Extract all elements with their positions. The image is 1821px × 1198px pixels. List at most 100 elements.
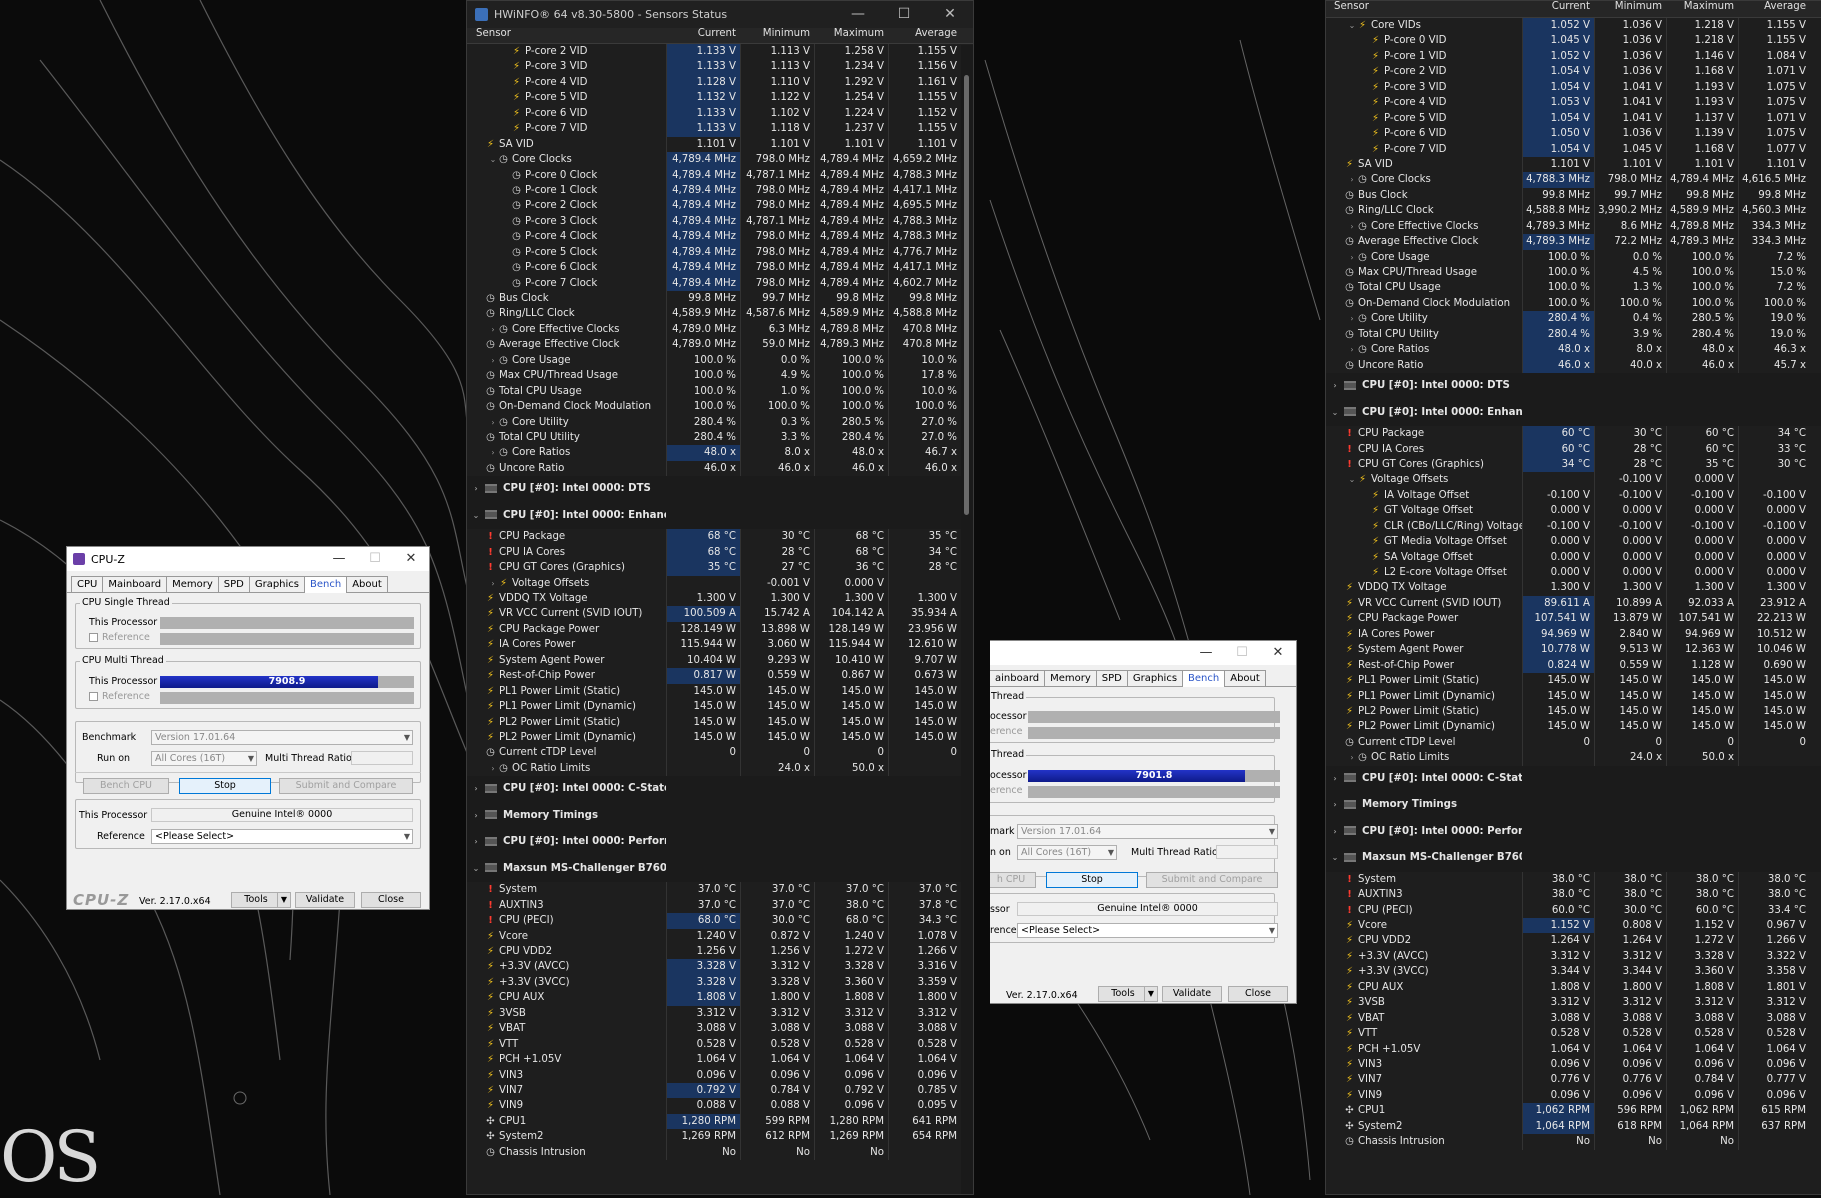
bench-cpu-button[interactable]: h CPU: [990, 872, 1036, 888]
sensor-row[interactable]: › ◷ Core Usage 100.0 % 0.0 % 100.0 % 10.0 %: [467, 352, 973, 369]
sensor-row[interactable]: ◷ Total CPU Usage 100.0 % 1.0 % 100.0 % 10.0 …: [467, 383, 973, 400]
sensor-row[interactable]: ⚡ GT Voltage Offset 0.000 V 0.000 V 0.000 V0…: [1326, 503, 1821, 519]
sensor-row[interactable]: ✣ CPU1 1,280 RPM 599 RPM 1,280 RPM 641 RPM: [467, 1113, 973, 1130]
submit-compare-button[interactable]: Submit and Compare: [1146, 872, 1278, 888]
chevron-right-icon[interactable]: ›: [1347, 172, 1357, 187]
sensor-row[interactable]: ⚡ P-core 4 VID 1.053 V 1.041 V 1.193 V 1.075 …: [1326, 95, 1821, 111]
sensor-row[interactable]: ◷ Ring/LLC Clock 4,589.9 MHz 4,587.6 MHz 4,5…: [467, 306, 973, 322]
tab-about[interactable]: About: [1224, 670, 1266, 686]
benchmark-version-select[interactable]: Version 17.01.64 ▼: [151, 730, 413, 745]
sensor-row[interactable]: ⚡ VIN3 0.096 V 0.096 V 0.096 V 0.096 V: [467, 1067, 973, 1083]
sensor-row[interactable]: ⚡ PL2 Power Limit (Static) 145.0 W 145.0 W1…: [467, 714, 973, 730]
sensor-row[interactable]: ◷ On-Demand Clock Modulation 100.0 % 100.0 …: [467, 399, 973, 415]
tab-about[interactable]: About: [346, 576, 388, 592]
sensor-row[interactable]: › ◷ Core Ratios 48.0 x 8.0 x 48.0 x 46.7 x: [467, 445, 973, 461]
sensor-row[interactable]: ◷ On-Demand Clock Modulation 100.0 % 100.0 …: [1326, 295, 1821, 312]
sensor-row[interactable]: ⚡ SA Voltage Offset 0.000 V 0.000 V 0.000 V0…: [1326, 549, 1821, 565]
sensor-row[interactable]: ! AUXTIN3 37.0 °C 37.0 °C 38.0 °C 37.8 °C: [467, 897, 973, 914]
chevron-down-icon[interactable]: ⌄: [1330, 400, 1340, 427]
sensor-group-row[interactable]: ⌄ Maxsun MS-Challenger B760ITX D5 (Nuvoto…: [1326, 845, 1821, 872]
sensor-row[interactable]: ⚡ P-core 5 VID 1.054 V 1.041 V 1.137 V 1.071 …: [1326, 110, 1821, 127]
tab-graphics[interactable]: Graphics: [248, 576, 306, 592]
chevron-right-icon[interactable]: ›: [1347, 342, 1357, 357]
header-sensor[interactable]: Sensor: [1326, 1, 1522, 17]
sensor-row[interactable]: ⚡ CPU VDD2 1.264 V 1.264 V 1.272 V 1.266 V: [1326, 933, 1821, 949]
tools-button[interactable]: Tools: [1098, 986, 1148, 1002]
chevron-down-icon[interactable]: ⌄: [1330, 845, 1340, 872]
sensor-row[interactable]: ◷ Chassis Intrusion No No No: [467, 1144, 973, 1161]
sensor-group-row[interactable]: › CPU [#0]: Intel 0000: Performance Limit…: [467, 829, 973, 856]
minimize-button[interactable]: —: [321, 547, 357, 571]
sensor-group-row[interactable]: › CPU [#0]: Intel 0000: DTS: [467, 476, 973, 503]
chevron-right-icon[interactable]: ›: [1347, 219, 1357, 234]
sensor-group-row[interactable]: ⌄ CPU [#0]: Intel 0000: Enhanced: [1326, 399, 1821, 427]
sensor-row[interactable]: ⚡ P-core 3 VID 1.133 V 1.113 V 1.234 V 1.156 …: [467, 59, 973, 75]
sensor-row[interactable]: ⚡ PL2 Power Limit (Dynamic) 145.0 W 145.0 W…: [467, 729, 973, 746]
sensor-row[interactable]: ◷ Uncore Ratio 46.0 x 46.0 x 46.0 x 46.0 x: [467, 460, 973, 477]
tab-cpu[interactable]: CPU: [71, 576, 104, 592]
sensor-row[interactable]: ⚡ +3.3V (AVCC) 3.312 V 3.312 V 3.328 V 3.322 …: [1326, 948, 1821, 965]
sensor-row[interactable]: ⚡ P-core 3 VID 1.054 V 1.041 V 1.193 V 1.075 …: [1326, 79, 1821, 96]
sensor-row[interactable]: ⚡ CPU AUX 1.808 V 1.800 V 1.808 V 1.800 V: [467, 990, 973, 1006]
stop-button[interactable]: Stop: [1046, 872, 1138, 888]
header-minimum[interactable]: Minimum: [1594, 1, 1666, 17]
sensor-row[interactable]: ⚡ PL2 Power Limit (Static) 145.0 W 145.0 W1…: [1326, 703, 1821, 720]
sensor-row[interactable]: ⚡ VBAT 3.088 V 3.088 V 3.088 V 3.088 V: [1326, 1010, 1821, 1027]
sensor-row[interactable]: ! CPU GT Cores (Graphics) 34 °C 28 °C 35 °C 3…: [1326, 456, 1821, 473]
sensor-row[interactable]: ◷ P-core 0 Clock 4,789.4 MHz 4,787.1 MHz 4,7…: [467, 167, 973, 183]
sensor-row[interactable]: ⚡ P-core 0 VID 1.045 V 1.036 V 1.218 V 1.155 …: [1326, 33, 1821, 49]
chevron-right-icon[interactable]: ›: [1347, 750, 1357, 765]
header-maximum[interactable]: Maximum: [1666, 1, 1738, 17]
sensor-row[interactable]: ◷ Bus Clock 99.8 MHz 99.7 MHz 99.8 MHz 99.8 M…: [1326, 187, 1821, 204]
sensor-row[interactable]: ⌄ ◷ Core Clocks 4,789.4 MHz 798.0 MHz 4,789.4…: [467, 152, 973, 168]
sensor-row[interactable]: ! CPU IA Cores 60 °C 28 °C 60 °C 33 °C: [1326, 441, 1821, 457]
maximize-button[interactable]: ☐: [881, 1, 927, 28]
tools-dropdown-button[interactable]: ▼: [1144, 986, 1158, 1002]
benchmark-version-select[interactable]: Version 17.01.64 ▼: [1017, 824, 1278, 839]
sensor-row[interactable]: ⚡ 3VSB 3.312 V 3.312 V 3.312 V 3.312 V: [1326, 995, 1821, 1011]
sensor-row[interactable]: ◷ P-core 3 Clock 4,789.4 MHz 4,787.1 MHz 4,7…: [467, 213, 973, 230]
sensor-row[interactable]: ◷ Ring/LLC Clock 4,588.8 MHz 3,990.2 MHz 4,5…: [1326, 203, 1821, 219]
sensor-row[interactable]: ! AUXTIN3 38.0 °C 38.0 °C 38.0 °C 38.0 °C: [1326, 887, 1821, 903]
sensor-row[interactable]: ⚡ P-core 7 VID 1.054 V 1.045 V 1.168 V 1.077 …: [1326, 141, 1821, 157]
sensor-row[interactable]: ◷ Total CPU Utility 280.4 % 3.9 % 280.4 % 19.…: [1326, 326, 1821, 343]
tab-graphics[interactable]: Graphics: [1126, 670, 1184, 686]
sensor-group-row[interactable]: ⌄ Maxsun MS-Challenger B760ITX D5 (Nuvoto…: [467, 855, 973, 883]
sensor-row[interactable]: › ◷ Core Utility 280.4 % 0.4 % 280.5 % 19.0 %: [1326, 311, 1821, 327]
sensor-row[interactable]: ⚡ VDDQ TX Voltage 1.300 V 1.300 V 1.300 V 1.3…: [467, 591, 973, 607]
close-button[interactable]: ✕: [393, 547, 429, 571]
sensor-row[interactable]: ⚡ +3.3V (3VCC) 3.328 V 3.328 V 3.360 V 3.359 …: [467, 974, 973, 991]
minimize-button[interactable]: —: [1188, 641, 1224, 665]
sensor-row[interactable]: ◷ Uncore Ratio 46.0 x 40.0 x 46.0 x 45.7 x: [1326, 357, 1821, 374]
sensor-row[interactable]: ! System 37.0 °C 37.0 °C 37.0 °C 37.0 °C: [467, 882, 973, 898]
tab-bench[interactable]: Bench: [304, 576, 348, 593]
sensor-group-row[interactable]: › CPU [#0]: Intel 0000: Performance Limit…: [1326, 818, 1821, 846]
sensor-row[interactable]: ! CPU (PECI) 68.0 °C 30.0 °C 68.0 °C 34.3 °C: [467, 913, 973, 929]
sensor-row[interactable]: ⚡ PL2 Power Limit (Dynamic) 145.0 W 145.0 W…: [1326, 719, 1821, 735]
chevron-right-icon[interactable]: ›: [488, 445, 498, 460]
run-on-select[interactable]: All Cores (16T) ▼: [1017, 845, 1117, 860]
chevron-right-icon[interactable]: ›: [471, 829, 481, 856]
sensor-row[interactable]: ⚡ IA Cores Power 94.969 W 2.840 W 94.969 W 10…: [1326, 626, 1821, 643]
tab-bench[interactable]: Bench: [1182, 670, 1226, 687]
sensor-row[interactable]: ◷ Bus Clock 99.8 MHz 99.7 MHz 99.8 MHz 99.8 M…: [467, 291, 973, 307]
sensor-row[interactable]: ⚡ CPU Package Power 107.541 W 13.879 W 107.5…: [1326, 611, 1821, 627]
chevron-right-icon[interactable]: ›: [1347, 311, 1357, 326]
sensor-row[interactable]: ⚡ SA VID 1.101 V 1.101 V 1.101 V 1.101 V: [467, 136, 973, 153]
sensor-row[interactable]: ⚡ IA Voltage Offset -0.100 V -0.100 V -0.100…: [1326, 487, 1821, 504]
sensor-row[interactable]: ⚡ VTT 0.528 V 0.528 V 0.528 V 0.528 V: [1326, 1026, 1821, 1042]
stop-button[interactable]: Stop: [179, 778, 271, 794]
sensor-row[interactable]: ⚡ VIN3 0.096 V 0.096 V 0.096 V 0.096 V: [1326, 1056, 1821, 1073]
sensor-row[interactable]: ⚡ PL1 Power Limit (Dynamic) 145.0 W 145.0 W…: [467, 699, 973, 715]
sensor-row[interactable]: ⌄ ⚡ Core VIDs 1.052 V 1.036 V 1.218 V 1.155 V: [1326, 18, 1821, 34]
chevron-right-icon[interactable]: ›: [488, 415, 498, 430]
chevron-right-icon[interactable]: ›: [488, 353, 498, 368]
sensor-row[interactable]: ! CPU Package 68 °C 30 °C 68 °C 35 °C: [467, 529, 973, 545]
sensor-row[interactable]: › ◷ Core Effective Clocks 4,789.3 MHz 8.6 MH…: [1326, 218, 1821, 235]
sensor-row[interactable]: ⚡ PL1 Power Limit (Static) 145.0 W 145.0 W1…: [1326, 673, 1821, 689]
chevron-right-icon[interactable]: ›: [488, 761, 498, 776]
bench-cpu-button[interactable]: Bench CPU: [83, 778, 169, 794]
sensor-row[interactable]: ! CPU (PECI) 60.0 °C 30.0 °C 60.0 °C 33.4 °C: [1326, 902, 1821, 918]
chevron-right-icon[interactable]: ›: [1330, 373, 1340, 400]
sensor-row[interactable]: ⚡ PCH +1.05V 1.064 V 1.064 V 1.064 V 1.064 V: [1326, 1041, 1821, 1057]
